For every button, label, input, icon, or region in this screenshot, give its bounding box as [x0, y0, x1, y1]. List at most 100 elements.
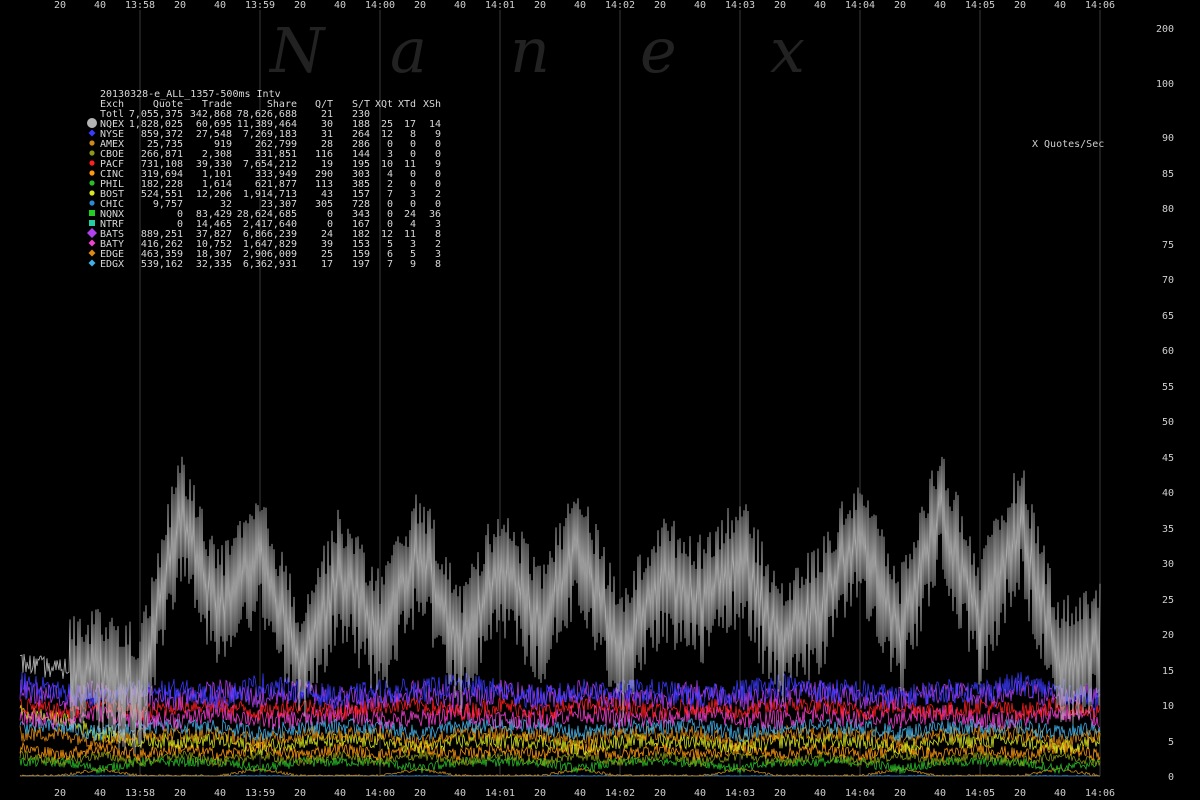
y-tick-label: 0 [1168, 772, 1174, 783]
x-tick-label-top: 20 [54, 0, 66, 11]
legend-header: XSh [423, 99, 441, 110]
x-tick-label-bottom: 40 [1054, 788, 1066, 799]
x-tick-label-top: 13:58 [125, 0, 155, 11]
legend-marker [88, 249, 96, 257]
y-tick-label: 200 [1156, 24, 1174, 35]
legend-cell: 6,362,931 [243, 259, 297, 270]
x-tick-label-top: 14:04 [845, 0, 875, 11]
y-tick-label: 75 [1162, 240, 1174, 251]
y-tick-label: 100 [1156, 79, 1174, 90]
x-tick-label-bottom: 40 [694, 788, 706, 799]
x-tick-label-bottom: 13:58 [125, 788, 155, 799]
x-tick-label-bottom: 20 [894, 788, 906, 799]
x-tick-label-bottom: 40 [814, 788, 826, 799]
x-tick-label-bottom: 20 [54, 788, 66, 799]
x-tick-label-bottom: 40 [934, 788, 946, 799]
x-tick-label-bottom: 14:06 [1085, 788, 1115, 799]
nanex-watermark: Na n e x [268, 14, 805, 87]
legend-marker [89, 220, 95, 226]
x-tick-label-top: 20 [1014, 0, 1026, 11]
x-tick-label-bottom: 40 [214, 788, 226, 799]
series-lines [19, 456, 1101, 777]
x-tick-label-bottom: 20 [534, 788, 546, 799]
legend-cell: 17 [321, 259, 333, 270]
x-tick-label-top: 13:59 [245, 0, 275, 11]
y-tick-label: 90 [1162, 133, 1174, 144]
y-tick-label: 50 [1162, 417, 1174, 428]
legend-cell: 32,335 [196, 259, 232, 270]
x-tick-label-bottom: 14:00 [365, 788, 395, 799]
x-tick-label-bottom: 20 [654, 788, 666, 799]
y-tick-label: 25 [1162, 595, 1174, 606]
x-tick-label-top: 14:05 [965, 0, 995, 11]
x-tick-label-bottom: 14:04 [845, 788, 875, 799]
y-tick-label: 10 [1162, 701, 1174, 712]
y-tick-label: 30 [1162, 559, 1174, 570]
x-tick-label-top: 40 [934, 0, 946, 11]
x-tick-label-top: 14:00 [365, 0, 395, 11]
legend-cell: 9 [410, 259, 416, 270]
x-tick-label-top: 14:03 [725, 0, 755, 11]
x-tick-label-bottom: 14:01 [485, 788, 515, 799]
series-line-amex [19, 767, 1100, 777]
x-tick-label-top: 40 [334, 0, 346, 11]
legend-marker [89, 200, 95, 206]
x-tick-label-bottom: 20 [774, 788, 786, 799]
legend-cell: EDGX [100, 259, 124, 270]
y-tick-label: 45 [1162, 453, 1174, 464]
watermark-letter: e [640, 14, 677, 87]
x-tick-label-bottom: 20 [294, 788, 306, 799]
x-tick-label-top: 14:02 [605, 0, 635, 11]
x-tick-label-bottom: 13:59 [245, 788, 275, 799]
legend-cell: 539,162 [141, 259, 183, 270]
y-tick-label: 15 [1162, 666, 1174, 677]
legend-marker [89, 180, 95, 186]
legend-marker [89, 190, 95, 196]
x-tick-label-top: 40 [694, 0, 706, 11]
legend-marker [88, 259, 96, 267]
x-tick-label-top: 14:01 [485, 0, 515, 11]
x-tick-label-bottom: 14:03 [725, 788, 755, 799]
y-tick-label: 70 [1162, 275, 1174, 286]
x-tick-label-top: 40 [94, 0, 106, 11]
legend-cell: 8 [435, 259, 441, 270]
x-tick-label-bottom: 40 [574, 788, 586, 799]
y-tick-label: 55 [1162, 382, 1174, 393]
y-tick-label: 5 [1168, 737, 1174, 748]
y-tick-label: 40 [1162, 488, 1174, 499]
x-tick-label-top: 20 [414, 0, 426, 11]
legend-marker [89, 150, 95, 156]
x-tick-label-top: 40 [814, 0, 826, 11]
x-tick-label-top: 40 [574, 0, 586, 11]
y-tick-label: 80 [1162, 204, 1174, 215]
x-tick-label-top: 20 [294, 0, 306, 11]
x-tick-label-bottom: 40 [454, 788, 466, 799]
y-tick-label: 85 [1162, 169, 1174, 180]
legend-marker [87, 228, 97, 238]
legend-header: XQt [375, 99, 393, 110]
x-tick-label-top: 40 [1054, 0, 1066, 11]
y-tick-label: 60 [1162, 346, 1174, 357]
watermark-letter: n [510, 14, 550, 87]
watermark-letter: x [770, 14, 805, 87]
watermark-letter: N [268, 14, 327, 87]
x-tick-label-bottom: 14:05 [965, 788, 995, 799]
y-unit-label: X Quotes/Sec [1032, 139, 1104, 150]
x-tick-label-top: 20 [174, 0, 186, 11]
x-tick-label-bottom: 14:02 [605, 788, 635, 799]
x-tick-label-top: 40 [214, 0, 226, 11]
y-tick-label: 35 [1162, 524, 1174, 535]
x-tick-label-bottom: 20 [414, 788, 426, 799]
legend-marker [87, 118, 97, 128]
x-tick-label-bottom: 20 [174, 788, 186, 799]
legend-cell: 197 [352, 259, 370, 270]
x-tick-label-bottom: 40 [94, 788, 106, 799]
legend-cell: 7 [387, 259, 393, 270]
legend-marker [89, 170, 95, 176]
y-tick-label: 65 [1162, 311, 1174, 322]
legend-marker [89, 210, 95, 216]
x-tick-label-top: 20 [894, 0, 906, 11]
chart-svg: Na n e x 20 20 40 40 13:58 13:58 20 20 40 40 13:59 13:… [19, 0, 1174, 799]
x-tick-label-top: 20 [534, 0, 546, 11]
legend-table: Exch Quote Trade Share Q/T S/T XQt XTd XShTotl 7,… [87, 99, 441, 270]
